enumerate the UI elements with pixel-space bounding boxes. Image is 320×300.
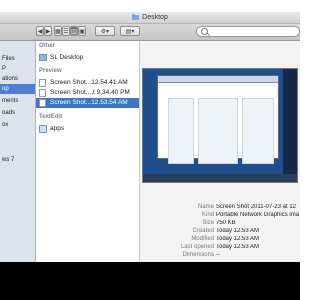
list-view-button[interactable]: ☰	[62, 26, 70, 36]
list-item-label: SL Desktop	[50, 54, 84, 61]
coverflow-icon: ▣	[79, 28, 85, 35]
info-value: Today 12:53 AM	[216, 244, 260, 250]
bottom-black-area	[0, 262, 300, 300]
info-label: Size	[202, 220, 214, 226]
gear-icon: ⚙▾	[100, 28, 110, 35]
info-label: Last opened	[180, 244, 214, 250]
thumbnail-body	[160, 86, 276, 164]
window-title-wrap: Desktop	[0, 12, 300, 23]
info-label: Created	[192, 228, 214, 234]
list-item-label: Screen Shot....t 9.34.40 PM	[50, 89, 130, 96]
info-row-created: Created Today 12:53 AM	[140, 228, 300, 236]
info-value: Screen Shot 2011-07-23 at 12	[216, 204, 296, 210]
sidebar-item-downloads[interactable]: oads	[0, 108, 35, 118]
info-value: Today 12:53 AM	[216, 236, 260, 242]
info-label: Dimensions	[182, 252, 214, 258]
section-header-preview: Preview	[39, 68, 62, 74]
list-item-label: apps	[50, 125, 65, 132]
info-value: Today 12:53 AM	[216, 228, 260, 234]
info-row-dimensions: Dimensions --	[140, 252, 300, 260]
chevron-left-icon: ◀	[37, 28, 43, 35]
sidebar-item-dropbox[interactable]: ox	[0, 120, 35, 130]
sidebar-item-desktop[interactable]: op	[0, 84, 35, 94]
info-row-last-opened: Last opened Today 12:53 AM	[140, 244, 300, 252]
back-button[interactable]: ◀	[36, 26, 44, 36]
image-file-icon	[39, 89, 46, 97]
toolbar: ◀ ▶ ▦ ☰ ◫ ▣ ⚙▾ ▤▾	[0, 24, 300, 41]
arrange-icon: ▤▾	[125, 28, 135, 35]
arrange-menu-button[interactable]: ▤▾	[120, 26, 140, 36]
image-file-icon	[39, 99, 46, 107]
info-label: Name	[197, 204, 214, 210]
search-icon	[201, 28, 208, 35]
section-header-textedit: TextEdit	[39, 114, 63, 120]
section-header-other: Other	[39, 43, 56, 49]
coverflow-view-button[interactable]: ▣	[78, 26, 86, 36]
info-label: Modified	[191, 236, 214, 242]
info-row-name: Name Screen Shot 2011-07-23 at 12	[140, 204, 300, 212]
info-value: 750 KB	[216, 220, 236, 226]
action-menu-button[interactable]: ⚙▾	[95, 26, 115, 36]
icon-view-button[interactable]: ▦	[54, 26, 62, 36]
list-icon: ☰	[63, 28, 69, 35]
thumbnail-pane-right	[242, 98, 274, 164]
list-item[interactable]: Screen Shot...12.54.41 AM	[36, 78, 139, 88]
info-row-kind: Kind Portable Network Graphics ima	[140, 212, 300, 220]
thumbnail-window	[157, 75, 279, 164]
sidebar-item-files[interactable]: Files	[0, 54, 35, 64]
finder-window: Desktop ◀ ▶ ▦ ☰ ◫ ▣ ⚙▾ ▤▾ Files P ations…	[0, 12, 300, 262]
grid-icon: ▦	[55, 28, 61, 35]
thumbnail-desktop-edge	[283, 69, 297, 182]
list-item-label: Screen Shot...12.53.54 AM	[50, 99, 128, 106]
list-item-selected[interactable]: Screen Shot...12.53.54 AM	[36, 98, 139, 108]
search-input[interactable]	[196, 26, 300, 37]
title-bar: Desktop	[0, 12, 300, 24]
sidebar-item-documents[interactable]: ments	[0, 96, 35, 106]
preview-pane: Name Screen Shot 2011-07-23 at 12 Kind P…	[140, 41, 300, 262]
thumbnail-pane-middle	[198, 98, 238, 164]
list-item[interactable]: apps	[36, 124, 139, 134]
thumbnail-taskbar	[143, 174, 297, 182]
list-item[interactable]: SL Desktop	[36, 53, 139, 63]
sidebar-item-windows7[interactable]: ws 7	[0, 155, 35, 165]
info-row-modified: Modified Today 12:53 AM	[140, 236, 300, 244]
list-item[interactable]: Screen Shot....t 9.34.40 PM	[36, 88, 139, 98]
textedit-document-icon	[39, 125, 47, 133]
sidebar-item-p[interactable]: P	[0, 64, 35, 74]
thumbnail-pane-left	[168, 98, 194, 164]
screenshot-thumbnail[interactable]	[142, 68, 298, 183]
column-view-button[interactable]: ◫	[70, 26, 78, 36]
sidebar: Files P ations op ments oads ox ws 7	[0, 41, 36, 262]
sidebar-item-applications[interactable]: ations	[0, 74, 35, 84]
forward-button[interactable]: ▶	[44, 26, 52, 36]
file-column: Other SL Desktop Preview Screen Shot...1…	[36, 41, 140, 262]
list-item-label: Screen Shot...12.54.41 AM	[50, 79, 128, 86]
desktop-folder-icon	[39, 54, 47, 61]
image-file-icon	[39, 79, 46, 87]
info-value: Portable Network Graphics ima	[216, 212, 300, 218]
chevron-right-icon: ▶	[45, 28, 51, 35]
info-label: Kind	[201, 212, 214, 218]
columns-icon: ◫	[71, 28, 77, 35]
info-value: --	[216, 252, 220, 258]
window-title: Desktop	[142, 14, 168, 21]
thumbnail-titlebar	[158, 76, 278, 83]
folder-icon	[132, 14, 140, 20]
info-row-size: Size 750 KB	[140, 220, 300, 228]
